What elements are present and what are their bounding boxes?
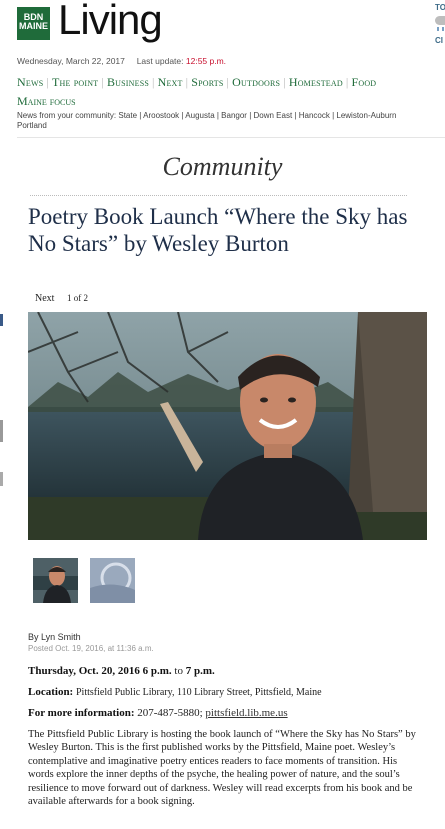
community-hancock[interactable]: Hancock [299, 111, 330, 120]
sidebar-edge [0, 314, 3, 326]
logo-line2: MAINE [19, 21, 48, 31]
community-down-east[interactable]: Down East [254, 111, 293, 120]
location-value: Pittsfield Public Library, 110 Library S… [75, 687, 322, 698]
nav-separator: | [283, 75, 286, 89]
sidebar-edge [0, 472, 3, 486]
nav-separator: | [345, 75, 349, 89]
cloud-icon [435, 16, 445, 25]
community-state[interactable]: State [118, 111, 137, 120]
info-phone: 207-487-5880; [137, 707, 203, 719]
nav-the-point[interactable]: The point [52, 75, 98, 89]
nav-maine-focus[interactable]: Maine focus [17, 94, 76, 109]
nav-news[interactable]: News [17, 75, 43, 89]
article-body: The Pittsfield Public Library is hosting… [28, 729, 416, 808]
nav-separator: | [101, 75, 104, 89]
article-headline: Poetry Book Launch “Where the Sky has No… [28, 204, 408, 256]
gallery-thumbnail-1[interactable] [33, 558, 78, 603]
nav-sports[interactable]: Sports [191, 75, 223, 89]
nav-separator: | [226, 75, 230, 89]
header-divider [17, 137, 445, 138]
title-divider [30, 195, 407, 196]
nav-business[interactable]: Business [107, 75, 149, 89]
update-label: Last update: [136, 56, 184, 66]
gallery-pager: Next 1 of 2 [35, 293, 88, 304]
rain-drop-icon [437, 27, 439, 31]
main-nav: News | The point | Business | Next | Sports | Outd… [17, 75, 376, 90]
community-aroostook[interactable]: Aroostook [143, 111, 179, 120]
community-label: News from your community: [17, 111, 117, 120]
community-lewiston-auburn[interactable]: Lewiston-Auburn [336, 111, 396, 120]
event-to: to [174, 665, 183, 677]
gallery-count: 1 of 2 [66, 293, 88, 303]
nav-separator: | [46, 75, 49, 89]
community-bangor[interactable]: Bangor [221, 111, 247, 120]
section-masthead[interactable]: Living [58, 0, 163, 44]
nav-separator: | [152, 75, 155, 89]
gallery-thumbnail-2[interactable] [90, 558, 135, 603]
nav-outdoors[interactable]: Outdoors [232, 75, 280, 89]
nav-food[interactable]: Food [351, 75, 376, 89]
dateline: Wednesday, March 22, 2017 Last update: 1… [17, 56, 226, 66]
weather-line2: CI [435, 36, 443, 45]
community-portland[interactable]: Portland [17, 121, 47, 130]
info-label: For more information: [28, 707, 135, 719]
event-start: Thursday, Oct. 20, 2016 6 p.m. [28, 665, 172, 677]
weather-line1: TO [435, 3, 445, 12]
nav-homestead[interactable]: Homestead [289, 75, 343, 89]
nav-separator: | [185, 75, 189, 89]
next-link[interactable]: Next [35, 293, 54, 304]
article-posted: Posted Oct. 19, 2016, at 11:36 a.m. [28, 644, 154, 653]
article-photo[interactable] [28, 312, 427, 540]
community-augusta[interactable]: Augusta [185, 111, 214, 120]
event-end: 7 p.m. [185, 665, 215, 677]
bdn-logo[interactable]: BDN MAINE [17, 7, 50, 40]
event-info: For more information: 207-487-5880; pitt… [28, 707, 288, 719]
update-time: 12:55 p.m. [185, 56, 227, 66]
weather-widget[interactable]: TO CI [425, 0, 445, 48]
event-location: Location: Pittsfield Public Library, 110… [28, 686, 322, 698]
location-label: Location: [28, 686, 74, 698]
event-time: Thursday, Oct. 20, 2016 6 p.m. to 7 p.m. [28, 665, 215, 677]
info-link[interactable]: pittsfield.lib.me.us [205, 707, 287, 719]
rain-drop-icon [442, 27, 444, 31]
current-date: Wednesday, March 22, 2017 [17, 56, 125, 66]
article-byline: By Lyn Smith [28, 632, 81, 642]
section-title: Community [162, 152, 283, 181]
sidebar-edge [0, 420, 3, 442]
community-nav: News from your community: State | Aroost… [17, 111, 397, 120]
nav-next[interactable]: Next [158, 75, 183, 89]
